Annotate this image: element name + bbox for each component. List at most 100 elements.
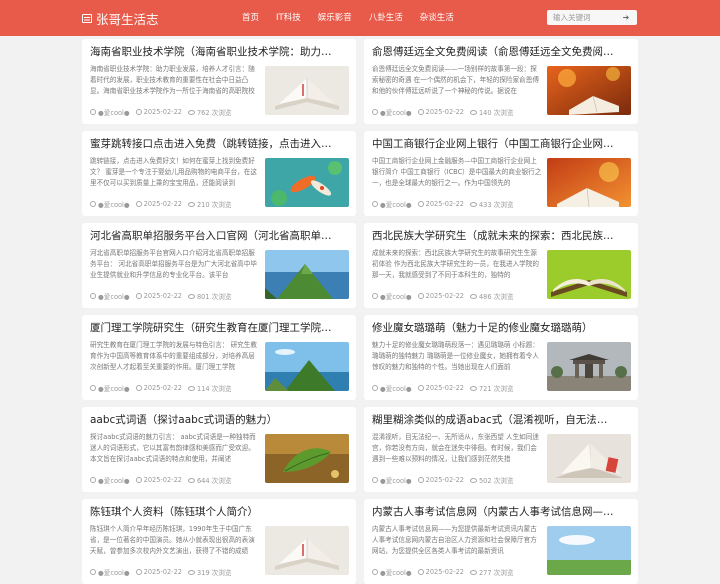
article-thumbnail[interactable]: [265, 434, 349, 483]
article-author[interactable]: ●爱cool●: [98, 291, 130, 301]
article-title[interactable]: 陈钰琪个人资料（陈钰琪个人简介）: [90, 504, 334, 520]
article-title[interactable]: 糊里糊涂类似的成语abac式（混淆视听，自无法纪）: [372, 412, 616, 428]
user-icon: [372, 477, 378, 483]
article-author[interactable]: ●爱cool●: [380, 199, 412, 209]
article-card[interactable]: 修业魔女璐璐萌（魅力十足的修业魔女璐璐萌） 魅力十足的修业魔女璐璐萌段落一：遇见…: [364, 315, 638, 400]
user-icon: [90, 109, 96, 115]
clock-icon: [417, 109, 424, 115]
article-meta: ●爱cool● 2025-02-22 319 次浏览: [90, 567, 237, 577]
search-input[interactable]: [547, 10, 617, 25]
article-title[interactable]: 西北民族大学研究生（成就未来的探索：西北民族大学研究生）: [372, 228, 616, 244]
article-date: 2025-02-22: [425, 292, 464, 300]
site-logo[interactable]: 张哥生活志: [82, 9, 159, 27]
eye-icon: [187, 109, 195, 115]
article-thumbnail[interactable]: [265, 526, 349, 575]
article-title[interactable]: 海南省职业技术学院（海南省职业技术学院：助力职业人才培养）: [90, 44, 334, 60]
article-views: 801 次浏览: [196, 293, 232, 301]
nav-gossip-life[interactable]: 八卦生活: [369, 0, 403, 36]
article-date: 2025-02-22: [143, 292, 182, 300]
article-author[interactable]: ●爱cool●: [380, 291, 412, 301]
article-excerpt: 探讨aabc式词语的魅力引言： aabc式词语是一种独特而迷人的词语形式，它以其…: [90, 433, 256, 463]
article-thumbnail[interactable]: [547, 250, 631, 299]
eye-icon: [469, 201, 477, 207]
article-views: 762 次浏览: [196, 109, 232, 117]
user-icon: [90, 385, 96, 391]
thumbnail-image: [547, 250, 631, 299]
article-meta: ●爱cool● 2025-02-22 762 次浏览: [90, 107, 237, 117]
article-date: 2025-02-22: [425, 568, 464, 576]
article-views: 721 次浏览: [478, 385, 514, 393]
article-meta: ●爱cool● 2025-02-22 486 次浏览: [372, 291, 519, 301]
article-meta: ●爱cool● 2025-02-22 277 次浏览: [372, 567, 519, 577]
thumbnail-image: [547, 434, 631, 483]
article-date: 2025-02-22: [143, 384, 182, 392]
article-title[interactable]: 中国工商银行企业网上银行（中国工商银行企业网上银行）: [372, 136, 616, 152]
article-card[interactable]: 内蒙古人事考试信息网（内蒙古人事考试信息网——为人才选拔提供保障） 内蒙古人事考…: [364, 499, 638, 584]
nav-misc-life[interactable]: 杂谈生活: [420, 0, 454, 36]
article-author[interactable]: ●爱cool●: [98, 475, 130, 485]
user-icon: [372, 201, 378, 207]
eye-icon: [187, 293, 195, 299]
thumbnail-image: [265, 158, 349, 207]
article-excerpt: 俞恩傅廷远全文免费阅读——一场别样的故事第一段：探索秘密的奇遇 在一个偶然的机会…: [372, 65, 539, 95]
article-title[interactable]: 河北省高职单招服务平台入口官网（河北省高职单招服务平台）: [90, 228, 334, 244]
article-card[interactable]: 陈钰琪个人资料（陈钰琪个人简介） 陈钰琪个人简介早年经历陈钰琪，1990年生于中…: [82, 499, 356, 584]
article-card[interactable]: aabc式词语（探讨aabc式词语的魅力） 探讨aabc式词语的魅力引言： aa…: [82, 407, 356, 492]
user-icon: [90, 201, 96, 207]
article-author[interactable]: ●爱cool●: [98, 383, 130, 393]
article-card[interactable]: 河北省高职单招服务平台入口官网（河北省高职单招服务平台） 河北省高职单招服务平台…: [82, 223, 356, 308]
article-title[interactable]: 厦门理工学院研究生（研究生教育在厦门理工学院的发展与特色）: [90, 320, 334, 336]
article-title[interactable]: 蜜芽跳转接口点击进入免费（跳转链接，点击进入免费）: [90, 136, 334, 152]
article-title[interactable]: 内蒙古人事考试信息网（内蒙古人事考试信息网——为人才选拔提供保障）: [372, 504, 616, 520]
article-card[interactable]: 西北民族大学研究生（成就未来的探索：西北民族大学研究生） 成就未来的探索：西北民…: [364, 223, 638, 308]
article-thumbnail[interactable]: [265, 342, 349, 391]
article-thumbnail[interactable]: [265, 66, 349, 115]
clock-icon: [417, 385, 424, 391]
article-author[interactable]: ●爱cool●: [98, 107, 130, 117]
article-excerpt: 成就未来的探索：西北民族大学研究生的故事研究生生源初体验 作为西北民族大学研究生…: [372, 249, 539, 279]
article-title[interactable]: 俞恩傅廷远全文免费阅读（俞恩傅廷远全文免费阅读）: [372, 44, 616, 60]
article-thumbnail[interactable]: [547, 342, 631, 391]
article-card[interactable]: 中国工商银行企业网上银行（中国工商银行企业网上银行） 中国工商银行企业网上金融服…: [364, 131, 638, 216]
article-title[interactable]: aabc式词语（探讨aabc式词语的魅力）: [90, 412, 334, 428]
article-author[interactable]: ●爱cool●: [98, 567, 130, 577]
article-thumbnail[interactable]: [547, 434, 631, 483]
article-card[interactable]: 俞恩傅廷远全文免费阅读（俞恩傅廷远全文免费阅读） 俞恩傅廷远全文免费阅读——一场…: [364, 39, 638, 124]
article-author[interactable]: ●爱cool●: [380, 383, 412, 393]
article-views: 433 次浏览: [478, 201, 514, 209]
article-thumbnail[interactable]: [547, 526, 631, 575]
article-card[interactable]: 蜜芽跳转接口点击进入免费（跳转链接，点击进入免费） 跳转链接，点击进入免费好文！…: [82, 131, 356, 216]
thumbnail-image: [265, 434, 349, 483]
article-thumbnail[interactable]: [547, 66, 631, 115]
article-views: 277 次浏览: [478, 569, 514, 577]
nav-entertainment[interactable]: 娱乐影音: [318, 0, 352, 36]
nav-it-tech[interactable]: IT科技: [276, 0, 301, 36]
article-card[interactable]: 糊里糊涂类似的成语abac式（混淆视听，自无法纪） 混淆视听，目无法纪一、无所适…: [364, 407, 638, 492]
article-views: 140 次浏览: [478, 109, 514, 117]
user-icon: [372, 293, 378, 299]
article-author[interactable]: ●爱cool●: [380, 107, 412, 117]
article-author[interactable]: ●爱cool●: [380, 567, 412, 577]
thumbnail-image: [265, 342, 349, 391]
article-thumbnail[interactable]: [547, 158, 631, 207]
thumbnail-image: [547, 66, 631, 115]
clock-icon: [135, 293, 142, 299]
article-card[interactable]: 厦门理工学院研究生（研究生教育在厦门理工学院的发展与特色） 研究生教育在厦门理工…: [82, 315, 356, 400]
user-icon: [90, 293, 96, 299]
nav-home[interactable]: 首页: [242, 0, 259, 36]
article-date: 2025-02-22: [143, 200, 182, 208]
article-author[interactable]: ●爱cool●: [380, 475, 412, 485]
article-date: 2025-02-22: [425, 200, 464, 208]
article-author[interactable]: ●爱cool●: [98, 199, 130, 209]
article-title[interactable]: 修业魔女璐璐萌（魅力十足的修业魔女璐璐萌）: [372, 320, 616, 336]
top-navbar: 张哥生活志 首页 IT科技 娱乐影音 八卦生活 杂谈生活 ➔: [0, 0, 720, 36]
eye-icon: [469, 569, 477, 575]
article-thumbnail[interactable]: [265, 250, 349, 299]
article-card[interactable]: 海南省职业技术学院（海南省职业技术学院：助力职业人才培养） 海南省职业技术学院：…: [82, 39, 356, 124]
search-button[interactable]: ➔: [617, 10, 635, 25]
clock-icon: [135, 385, 142, 391]
article-excerpt: 河北省高职单招服务平台官网入口介绍河北省高职单招服务平台： 河北省高职单招服务平…: [90, 249, 257, 279]
eye-icon: [469, 293, 477, 299]
article-thumbnail[interactable]: [265, 158, 349, 207]
eye-icon: [187, 201, 195, 207]
